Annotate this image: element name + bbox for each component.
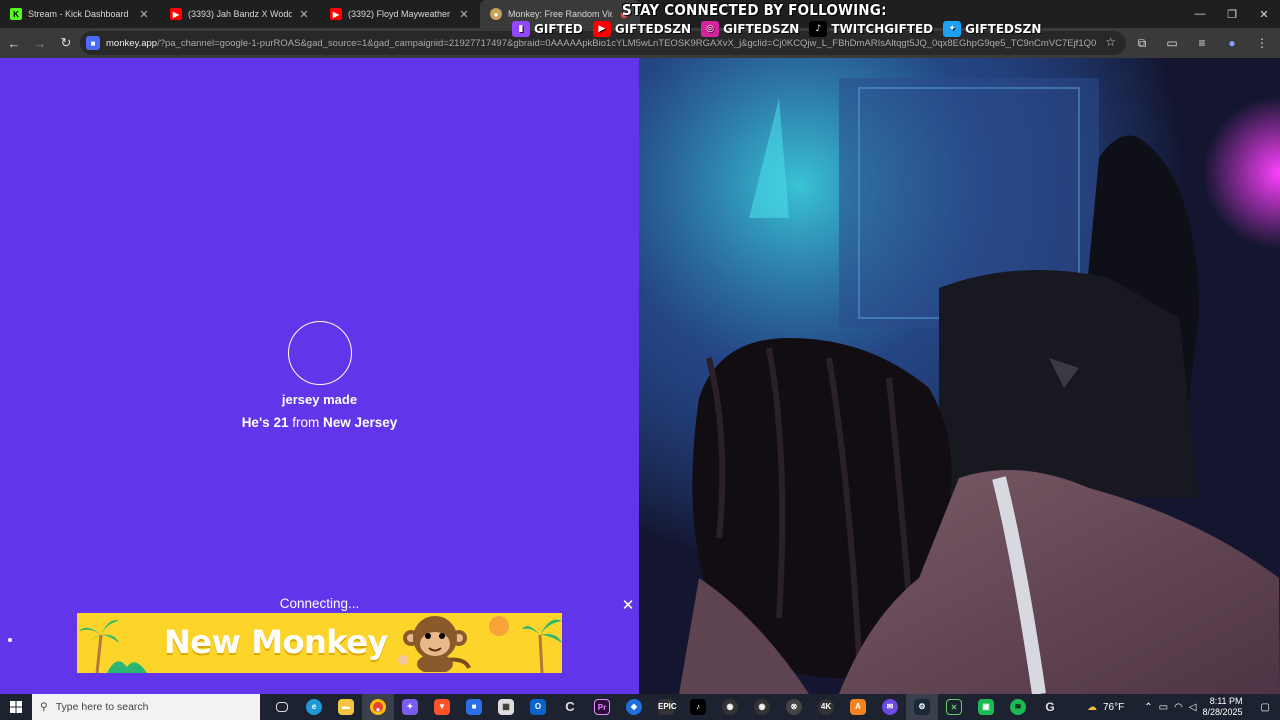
app-icon[interactable]: ◆ xyxy=(618,694,650,720)
minimize-icon[interactable]: — xyxy=(1184,0,1216,28)
tab-title: (3393) Jah Bandz X Woddy X Ka xyxy=(188,9,292,19)
ball-decoration xyxy=(489,616,509,636)
connection-status: Connecting... xyxy=(279,596,360,611)
volume-icon[interactable]: ◁ xyxy=(1189,702,1197,713)
weather-temp[interactable]: 76°F xyxy=(1103,702,1124,713)
taskbar-search[interactable]: ⚲ Type here to search xyxy=(32,694,260,720)
close-tab-icon[interactable]: ✕ xyxy=(298,8,310,21)
tab-monkey[interactable]: ● Monkey: Free Random Vide ◉ xyxy=(480,0,640,28)
file-explorer-icon[interactable]: ▬ xyxy=(330,694,362,720)
close-tab-icon[interactable]: ✕ xyxy=(458,8,470,21)
clock-time: 8:11 PM xyxy=(1209,696,1243,706)
system-tray: ☁ 76°F ⌃ ▭ ◠ ◁ 8:11 PM 8/28/2025 ▢ xyxy=(1087,694,1280,720)
url-domain: monkey.app xyxy=(106,37,158,49)
close-ad-icon[interactable]: ✕ xyxy=(620,596,636,614)
menu-icon[interactable]: ⋮ xyxy=(1250,31,1274,55)
bush-icon xyxy=(107,661,147,673)
site-info-icon[interactable]: ■ xyxy=(86,36,100,50)
network-icon[interactable]: ▭ xyxy=(1159,702,1168,713)
tab-youtube-2[interactable]: ▶ (3392) Floyd Mayweather VISIT ✕ xyxy=(320,0,480,28)
camera-feed-image xyxy=(639,58,1280,694)
reading-list-icon[interactable]: ≡ xyxy=(1190,31,1214,55)
windows-logo-icon xyxy=(10,701,22,713)
palm-tree-icon xyxy=(522,619,562,673)
tab-strip: K Stream - Kick Dashboard ✕ ▶ (3393) Jah… xyxy=(0,0,1280,28)
bookmark-star-icon[interactable]: ☆ xyxy=(1105,35,1116,49)
outlook-icon[interactable]: O xyxy=(522,694,554,720)
recording-icon: ◉ xyxy=(620,9,628,19)
monkey-mascot-icon xyxy=(398,616,471,672)
close-window-icon[interactable]: ✕ xyxy=(1248,0,1280,28)
youtube-icon: ▶ xyxy=(330,8,342,20)
tab-youtube-1[interactable]: ▶ (3393) Jah Bandz X Woddy X Ka ✕ xyxy=(160,0,320,28)
profile-avatar[interactable]: ● xyxy=(1220,31,1244,55)
back-icon[interactable]: ← xyxy=(2,31,26,55)
ad-banner[interactable]: New Monkey xyxy=(77,613,562,673)
url-text: monkey.app/?pa_channel=google-1-purROAS&… xyxy=(106,38,1096,49)
window-controls: — ❐ ✕ xyxy=(1184,0,1280,28)
edge-icon[interactable]: e xyxy=(298,694,330,720)
brave-icon[interactable]: ▼ xyxy=(426,694,458,720)
xbox-bar-icon[interactable]: ✕ xyxy=(938,694,970,720)
epic-games-icon[interactable]: EPIC xyxy=(650,694,682,720)
chevron-up-icon[interactable]: ⌃ xyxy=(1144,702,1152,713)
address-bar[interactable]: ■ monkey.app/?pa_channel=google-1-purROA… xyxy=(80,31,1126,55)
app-g-icon[interactable]: G xyxy=(1034,694,1066,720)
windows-taskbar: ⚲ Type here to search e ▬ ● ✦ ▼ ■ ▦ O C … xyxy=(0,694,1280,720)
avatar xyxy=(288,321,352,385)
taskbar-apps: e ▬ ● ✦ ▼ ■ ▦ O C Pr ◆ EPIC ♪ ◉ ◉ ⊗ 4K A… xyxy=(266,694,1066,720)
microsoft-store-icon[interactable]: ▦ xyxy=(490,694,522,720)
tab-kick[interactable]: K Stream - Kick Dashboard ✕ xyxy=(0,0,160,28)
tab-title: (3392) Floyd Mayweather VISIT xyxy=(348,9,452,19)
start-button[interactable] xyxy=(0,694,32,720)
spotify-icon[interactable]: ≋ xyxy=(1002,694,1034,720)
self-camera-video xyxy=(639,58,1280,694)
search-placeholder: Type here to search xyxy=(55,701,149,713)
remote-username: jersey made xyxy=(281,392,358,407)
app-a-icon[interactable]: A xyxy=(842,694,874,720)
steam-icon[interactable]: ⚙ xyxy=(906,694,938,720)
ad-headline: New Monkey xyxy=(164,623,388,661)
notification-icon[interactable]: ▢ xyxy=(1261,702,1270,713)
capcut-icon[interactable]: C xyxy=(554,694,586,720)
4k-downloader-icon[interactable]: 4K xyxy=(810,694,842,720)
chrome-icon[interactable]: ● xyxy=(362,694,394,720)
media-icon[interactable]: ▭ xyxy=(1160,31,1184,55)
from-text: from xyxy=(292,415,320,430)
location-text: New Jersey xyxy=(323,415,398,430)
toolbar-actions: ⧉ ▭ ≡ ● ⋮ xyxy=(1130,31,1274,55)
extensions-icon[interactable]: ⧉ xyxy=(1130,31,1154,55)
tiktok-icon[interactable]: ♪ xyxy=(682,694,714,720)
chat-app-icon[interactable]: ✉ xyxy=(874,694,906,720)
tab-title: Stream - Kick Dashboard xyxy=(28,9,129,19)
weather-icon[interactable]: ☁ xyxy=(1087,702,1097,713)
close-tab-icon[interactable]: ✕ xyxy=(138,8,150,21)
youtube-icon: ▶ xyxy=(170,8,182,20)
tab-title: Monkey: Free Random Vide xyxy=(508,9,612,19)
age-text: 21 xyxy=(273,415,289,430)
premiere-icon[interactable]: Pr xyxy=(586,694,618,720)
copilot-icon[interactable]: ✦ xyxy=(394,694,426,720)
task-view-icon[interactable] xyxy=(266,694,298,720)
kick-icon: K xyxy=(10,8,22,20)
restore-icon[interactable]: ❐ xyxy=(1216,0,1248,28)
monkey-icon: ● xyxy=(490,8,502,20)
reload-icon[interactable]: ↻ xyxy=(54,31,78,55)
clock[interactable]: 8:11 PM 8/28/2025 xyxy=(1203,696,1243,718)
pronoun-text: He's xyxy=(241,415,270,430)
obs-icon[interactable]: ◉ xyxy=(714,694,746,720)
game-app-icon[interactable]: ▣ xyxy=(970,694,1002,720)
xbox-icon[interactable]: ⊗ xyxy=(778,694,810,720)
forward-icon[interactable]: → xyxy=(28,31,52,55)
indicator-dot xyxy=(8,638,12,642)
clock-date: 8/28/2025 xyxy=(1202,707,1243,717)
remote-user-info: He's 21 from New Jersey xyxy=(0,415,639,430)
wifi-icon[interactable]: ◠ xyxy=(1174,702,1183,713)
url-path: /?pa_channel=google-1-purROAS&gad_source… xyxy=(157,37,1096,49)
browser-toolbar: ← → ↻ ■ monkey.app/?pa_channel=google-1-… xyxy=(0,28,1280,58)
search-icon: ⚲ xyxy=(40,701,48,713)
obs-icon[interactable]: ◉ xyxy=(746,694,778,720)
remote-user-pane: jersey made He's 21 from New Jersey Conn… xyxy=(0,58,639,694)
store-icon[interactable]: ■ xyxy=(458,694,490,720)
